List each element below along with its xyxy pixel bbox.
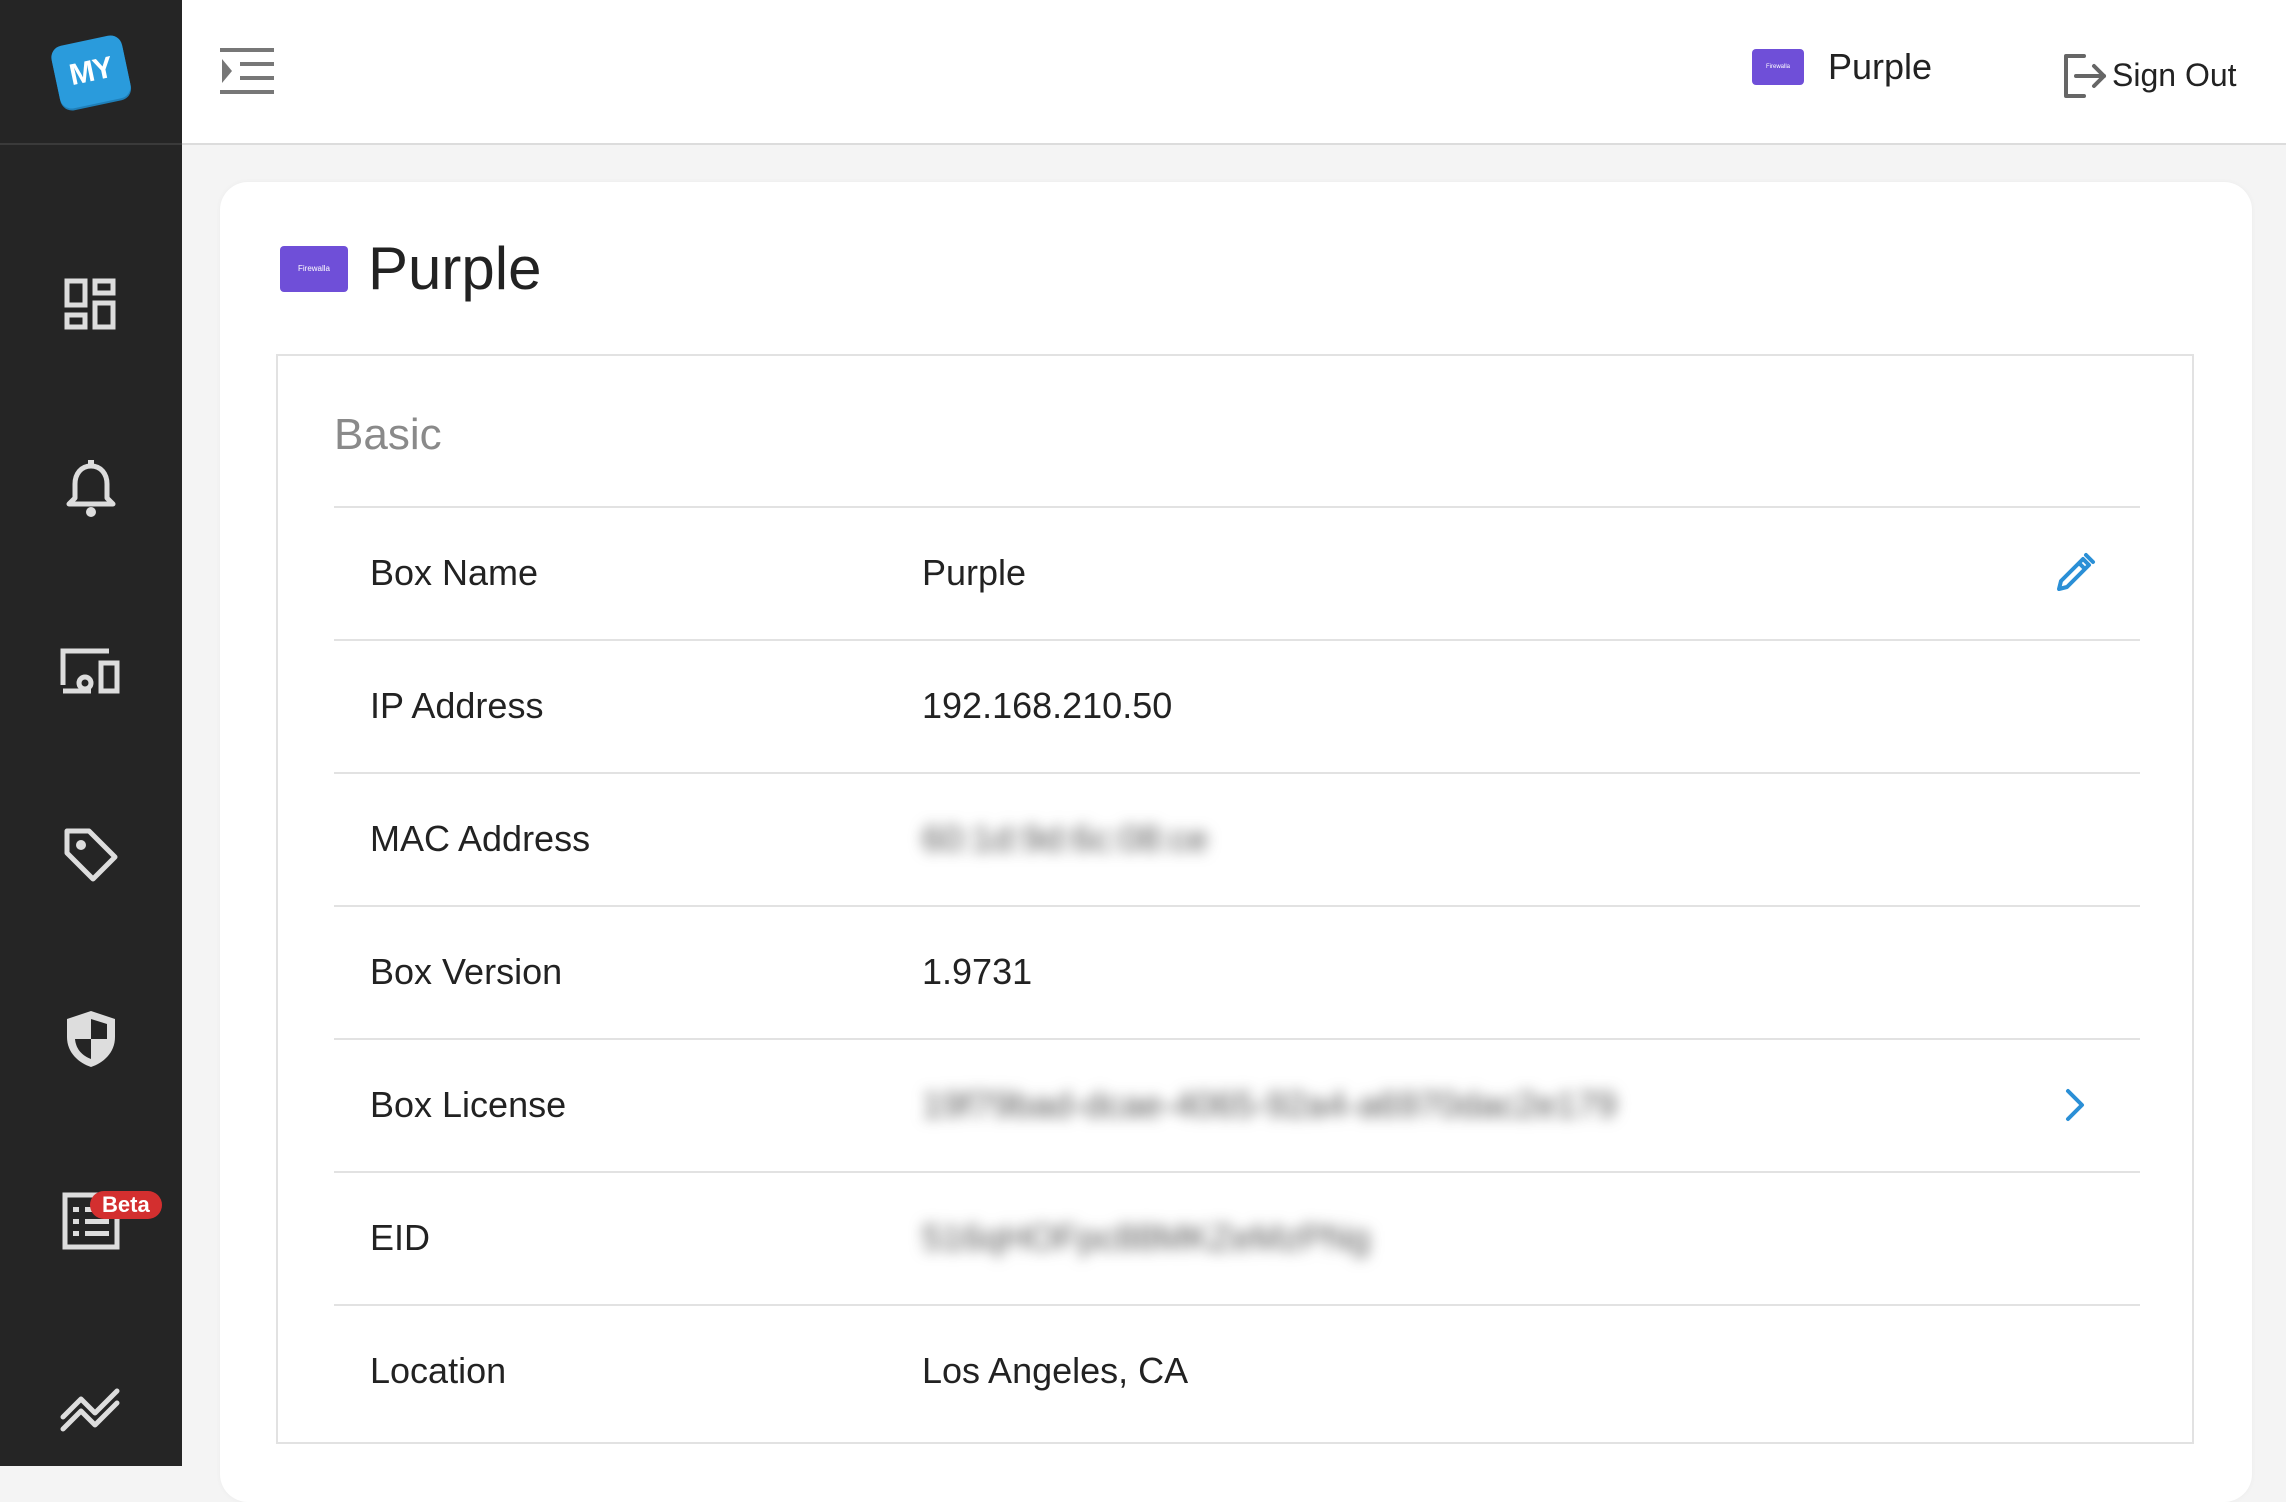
edit-box-name-button[interactable] [2050,548,2100,598]
row-value-blurred: 516qHOFpc88MKZeMzPNg [922,1217,1371,1258]
row-value: Los Angeles, CA [922,1350,1189,1391]
row-label: Box License [370,1084,567,1125]
open-license-button[interactable] [2050,1080,2100,1130]
row-label: Location [370,1350,507,1391]
tag-icon [64,828,118,882]
row-eid: EID 516qHOFpc88MKZeMzPNg [334,1171,2140,1304]
sidebar-item-alarms[interactable] [0,435,182,545]
row-box-name: Box Name Purple [334,506,2140,639]
row-label: Box Name [370,552,539,593]
chevron-right-icon [2066,1089,2084,1121]
row-label: EID [370,1217,431,1258]
trend-icon [60,1388,120,1432]
header-box-name: Purple [1828,46,1933,87]
main-card: Firewalla Purple Basic Box Name Purple I… [220,182,2252,1502]
row-box-version: Box Version 1.9731 [334,905,2140,1038]
box-badge-icon: Firewalla [1752,49,1804,85]
sidebar-item-devices[interactable] [0,618,182,728]
row-label: IP Address [370,685,544,726]
section-title: Basic [334,410,442,459]
row-label: Box Version [370,951,563,992]
row-mac-address: MAC Address 60:1d:9d:6c:08:ce [334,772,2140,905]
sign-out-label: Sign Out [2112,56,2237,93]
row-value: Purple [922,552,1027,593]
header-box-selector[interactable]: Firewalla Purple [1752,46,1932,88]
sidebar: MY Beta [0,0,182,1466]
top-header: Firewalla Purple Sign Out [182,0,2286,145]
shield-icon [67,1011,115,1067]
basic-panel: Basic Box Name Purple IP Address 192.168… [276,354,2194,1444]
row-value: 192.168.210.50 [922,685,1173,726]
box-badge-large-icon: Firewalla [280,245,348,292]
row-ip-address: IP Address 192.168.210.50 [334,639,2140,772]
page-title-row: Firewalla Purple [280,234,541,303]
devices-icon [60,648,120,694]
row-value-blurred: 19f79bad-dcae-4065-92a4-a6970dac2e179 [922,1084,1617,1125]
row-value: 1.9731 [922,951,1033,992]
info-rows: Box Name Purple IP Address 192.168.210.5… [334,506,2140,1437]
sidebar-item-security[interactable] [0,984,182,1094]
sidebar-item-dashboard[interactable] [0,250,182,360]
sign-out-button[interactable]: Sign Out [2060,50,2237,100]
sidebar-item-tags[interactable] [0,800,182,910]
menu-toggle-icon[interactable] [220,46,274,96]
sidebar-item-trends[interactable] [0,1350,182,1460]
bell-icon [66,460,116,517]
beta-badge: Beta [90,1191,162,1219]
sign-out-icon [2064,54,2106,98]
pencil-icon [2057,553,2095,591]
dashboard-icon [64,278,116,330]
row-box-license[interactable]: Box License 19f79bad-dcae-4065-92a4-a697… [334,1038,2140,1171]
page-title: Purple [368,235,542,302]
row-label: MAC Address [370,818,591,859]
logo-area: MY [0,0,182,145]
app-logo[interactable]: MY [49,32,133,111]
row-value-blurred: 60:1d:9d:6c:08:ce [922,818,1209,859]
sidebar-item-beta[interactable]: Beta [0,1166,182,1276]
row-location: Location Los Angeles, CA [334,1304,2140,1437]
